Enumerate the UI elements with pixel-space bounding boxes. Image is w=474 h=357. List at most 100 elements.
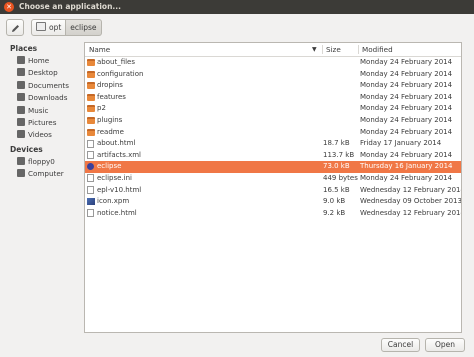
file-name: dropins [97, 81, 123, 90]
edit-location-button[interactable] [6, 19, 24, 36]
downloads-icon [17, 93, 25, 102]
document-icon [87, 174, 94, 183]
home-icon [17, 56, 25, 64]
computer-icon [17, 169, 25, 178]
file-modified: Thursday 16 January 2014 [360, 162, 453, 171]
file-name: eclipse.ini [97, 173, 132, 182]
file-name: icon.xpm [97, 197, 130, 206]
sidebar-item-label: Downloads [28, 93, 68, 103]
sidebar: Places Home Desktop Documents Downloads Musi… [8, 43, 82, 181]
file-modified: Monday 24 February 2014 [360, 150, 453, 159]
breadcrumb-eclipse[interactable]: eclipse [66, 19, 102, 36]
breadcrumb-opt[interactable]: opt [31, 19, 67, 36]
places-heading: Places [10, 44, 38, 53]
file-row[interactable]: eclipse 73.0 kB Thursday 16 January 2014 [85, 161, 461, 173]
folder-icon [87, 93, 95, 101]
folder-icon [87, 116, 95, 124]
file-name: about_files [97, 58, 136, 66]
column-separator [358, 45, 359, 54]
folder-icon [87, 128, 95, 136]
file-row[interactable]: plugins Monday 24 February 2014 [85, 115, 461, 127]
sidebar-item-label: Desktop [28, 68, 58, 78]
file-row[interactable]: p2 Monday 24 February 2014 [85, 103, 461, 115]
file-row[interactable]: notice.html 9.2 kB Wednesday 12 February 2… [85, 208, 461, 220]
document-icon [87, 186, 94, 195]
file-name: configuration [97, 69, 144, 78]
file-row[interactable]: configuration Monday 24 February 2014 [85, 69, 461, 81]
desktop-icon [17, 68, 25, 77]
file-modified: Monday 24 February 2014 [360, 127, 453, 136]
file-name: notice.html [97, 208, 137, 217]
file-name: readme [97, 127, 124, 136]
devices-heading: Devices [10, 144, 43, 154]
file-name: eclipse [97, 162, 122, 171]
file-modified: Monday 24 February 2014 [360, 173, 453, 182]
file-row[interactable]: features Monday 24 February 2014 [85, 92, 461, 104]
sidebar-item-floppy0[interactable]: floppy0 [8, 156, 82, 168]
sidebar-item-label: Videos [28, 130, 52, 140]
sidebar-item-desktop[interactable]: Desktop [8, 67, 82, 79]
folder-icon [87, 105, 95, 113]
folder-icon [87, 59, 95, 66]
sidebar-item-label: Computer [28, 169, 64, 179]
drive-icon [36, 22, 46, 31]
sidebar-item-label: Home [28, 56, 50, 65]
pencil-icon [12, 25, 19, 32]
sidebar-item-home[interactable]: Home [8, 55, 82, 67]
file-row[interactable]: artifacts.xml 113.7 kB Monday 24 February … [85, 150, 461, 162]
file-name: plugins [97, 115, 123, 124]
file-modified: Friday 17 January 2014 [360, 139, 442, 148]
file-name: epl-v10.html [97, 185, 142, 194]
file-size: 9.2 kB [323, 208, 346, 217]
cancel-button[interactable]: Cancel [381, 338, 420, 352]
file-row[interactable]: readme Monday 24 February 2014 [85, 127, 461, 139]
file-modified: Monday 24 February 2014 [360, 92, 453, 101]
folder-icon [87, 70, 95, 78]
file-size: 113.7 kB [323, 150, 355, 159]
close-icon[interactable]: ✕ [4, 2, 14, 12]
file-size: 9.0 kB [323, 197, 346, 206]
column-name[interactable]: Name [89, 45, 110, 54]
file-name: features [97, 92, 126, 101]
column-modified[interactable]: Modified [362, 45, 393, 54]
sidebar-item-documents[interactable]: Documents [8, 80, 82, 92]
file-name: artifacts.xml [97, 150, 141, 159]
file-row[interactable]: eclipse.ini 449 bytes Monday 24 February 2… [85, 173, 461, 185]
image-file-icon [87, 198, 95, 206]
file-size: 73.0 kB [323, 162, 350, 171]
file-size: 18.7 kB [323, 139, 350, 148]
sidebar-item-music[interactable]: Music [8, 105, 82, 117]
column-separator [322, 45, 323, 54]
videos-icon [17, 130, 25, 139]
file-modified: Monday 24 February 2014 [360, 58, 453, 66]
sidebar-item-pictures[interactable]: Pictures [8, 117, 82, 129]
file-row[interactable]: about.html 18.7 kB Friday 17 January 2014 [85, 138, 461, 150]
file-modified: Wednesday 12 February 2014 [360, 185, 462, 194]
sidebar-item-computer[interactable]: Computer [8, 168, 82, 180]
document-icon [87, 139, 94, 148]
breadcrumb: opt eclipse [31, 19, 102, 36]
file-size: 449 bytes [323, 173, 358, 182]
sort-arrow-icon[interactable]: ▼ [312, 46, 317, 53]
sidebar-item-label: Pictures [28, 117, 57, 127]
sidebar-item-label: floppy0 [28, 156, 55, 166]
floppy0-icon [17, 156, 25, 165]
file-list[interactable]: Name ▼ Size Modified about_files Monday 2… [84, 42, 462, 333]
document-icon [87, 151, 94, 160]
sidebar-item-downloads[interactable]: Downloads [8, 92, 82, 104]
file-row[interactable]: icon.xpm 9.0 kB Wednesday 09 October 2013 [85, 196, 461, 208]
title-bar: ✕ Choose an application... [0, 0, 474, 14]
sidebar-item-label: Music [28, 105, 49, 115]
file-row[interactable]: epl-v10.html 16.5 kB Wednesday 12 February… [85, 185, 461, 197]
music-icon [17, 105, 25, 114]
documents-icon [17, 80, 25, 89]
file-size: 16.5 kB [323, 185, 350, 194]
sidebar-item-videos[interactable]: Videos [8, 129, 82, 141]
folder-icon [87, 82, 95, 90]
file-row[interactable]: about_files Monday 24 February 2014 [85, 57, 461, 69]
executable-icon [87, 163, 94, 171]
column-size[interactable]: Size [326, 45, 341, 54]
open-button[interactable]: Open [425, 338, 465, 352]
file-row[interactable]: dropins Monday 24 February 2014 [85, 80, 461, 92]
file-modified: Wednesday 09 October 2013 [360, 197, 462, 206]
